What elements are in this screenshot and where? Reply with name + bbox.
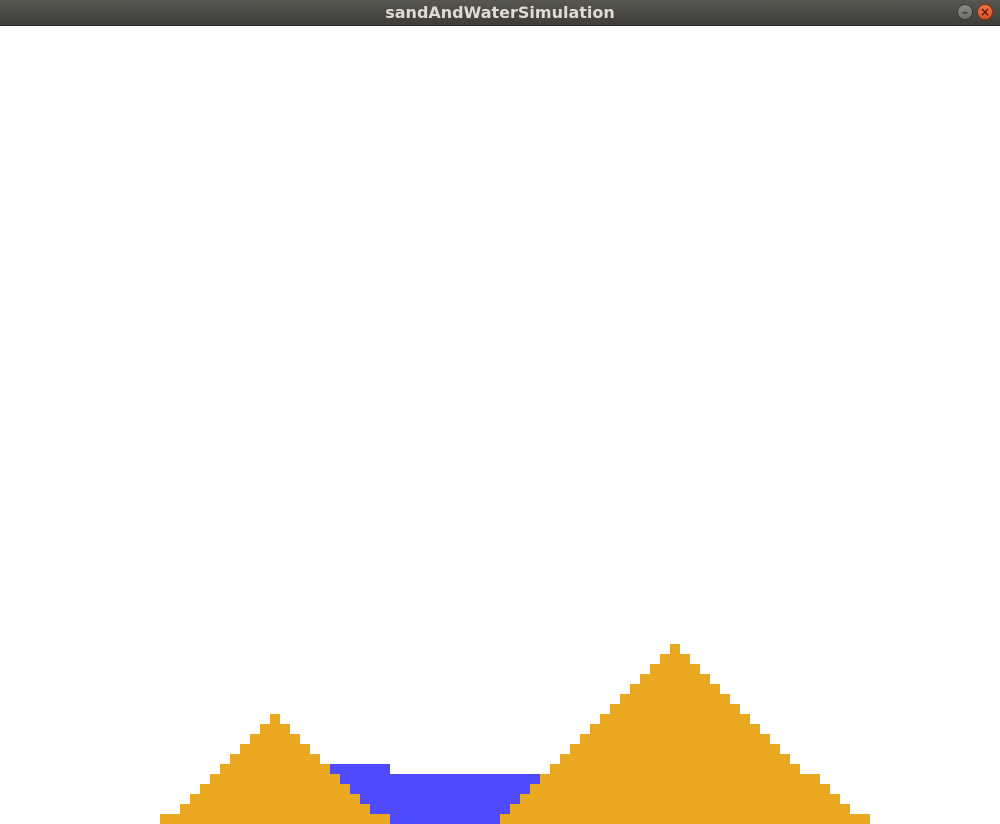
sand-column [730,704,740,824]
sand-column [530,784,540,824]
water-cell [340,764,350,774]
simulation-canvas[interactable] [0,27,1000,824]
sand-column [710,684,720,824]
sand-column [310,754,320,824]
sand-column [640,674,650,824]
water-span [390,814,500,824]
window-title: sandAndWaterSimulation [385,3,615,22]
water-cell [370,774,380,784]
sand-column [260,724,270,824]
close-icon[interactable]: × [977,4,993,20]
simulation-grid [160,644,870,824]
sand-column [860,814,870,824]
sand-column [370,814,380,824]
sand-column [700,674,710,824]
water-span [390,794,520,804]
sand-column [770,744,780,824]
sand-column [240,744,250,824]
sand-column [230,754,240,824]
water-cell [360,794,370,804]
water-span [500,774,540,784]
sand-column [670,644,680,824]
sand-column [550,764,560,824]
app-window: sandAndWaterSimulation – × [0,0,1000,824]
sand-column [250,734,260,824]
sand-column [790,764,800,824]
sand-column [590,724,600,824]
sand-column [510,804,520,824]
water-cell [350,784,360,794]
sand-column [630,684,640,824]
water-cell [380,804,390,814]
water-span [390,784,520,794]
water-cell [380,794,390,804]
water-cell [360,784,370,794]
sand-column [210,774,220,824]
water-cell [360,764,370,774]
sand-column [780,754,790,824]
sand-column [690,664,700,824]
sand-column [300,744,310,824]
sand-column [290,734,300,824]
water-cell [380,784,390,794]
sand-column [610,704,620,824]
water-span [520,784,530,794]
sand-column [200,784,210,824]
sand-column [220,764,230,824]
sand-column [340,784,350,824]
sand-column [380,814,390,824]
water-cell [340,774,350,784]
water-cell [380,774,390,784]
sand-column [160,814,170,824]
water-cell [370,794,380,804]
water-cell [370,784,380,794]
sand-column [830,794,840,824]
sand-column [520,794,530,824]
water-cell [370,764,380,774]
sand-column [270,714,280,824]
sand-column [570,744,580,824]
water-cell [360,774,370,784]
sand-column [660,654,670,824]
sand-column [330,774,340,824]
sand-column [580,734,590,824]
water-cell [380,764,390,774]
sand-column [620,694,630,824]
sand-column [650,664,660,824]
sand-column [850,814,860,824]
sand-column [840,804,850,824]
sand-column [760,734,770,824]
sand-column [740,714,750,824]
water-span [390,804,510,814]
title-bar[interactable]: sandAndWaterSimulation – × [0,0,1000,26]
water-cell [350,774,360,784]
sand-column [350,794,360,824]
sand-column [170,814,180,824]
water-cell [330,764,340,774]
sand-column [800,774,810,824]
sand-column [600,714,610,824]
sand-column [280,724,290,824]
sand-column [820,784,830,824]
minimize-icon[interactable]: – [957,4,973,20]
sand-column [360,804,370,824]
sand-column [500,814,510,824]
sand-column [190,794,200,824]
sand-column [810,774,820,824]
sand-column [540,774,550,824]
sand-column [720,694,730,824]
sand-column [560,754,570,824]
sand-column [680,654,690,824]
water-cell [350,764,360,774]
sand-column [750,724,760,824]
water-cell [370,804,380,814]
sand-column [320,764,330,824]
water-span [390,774,500,784]
sand-column [180,804,190,824]
